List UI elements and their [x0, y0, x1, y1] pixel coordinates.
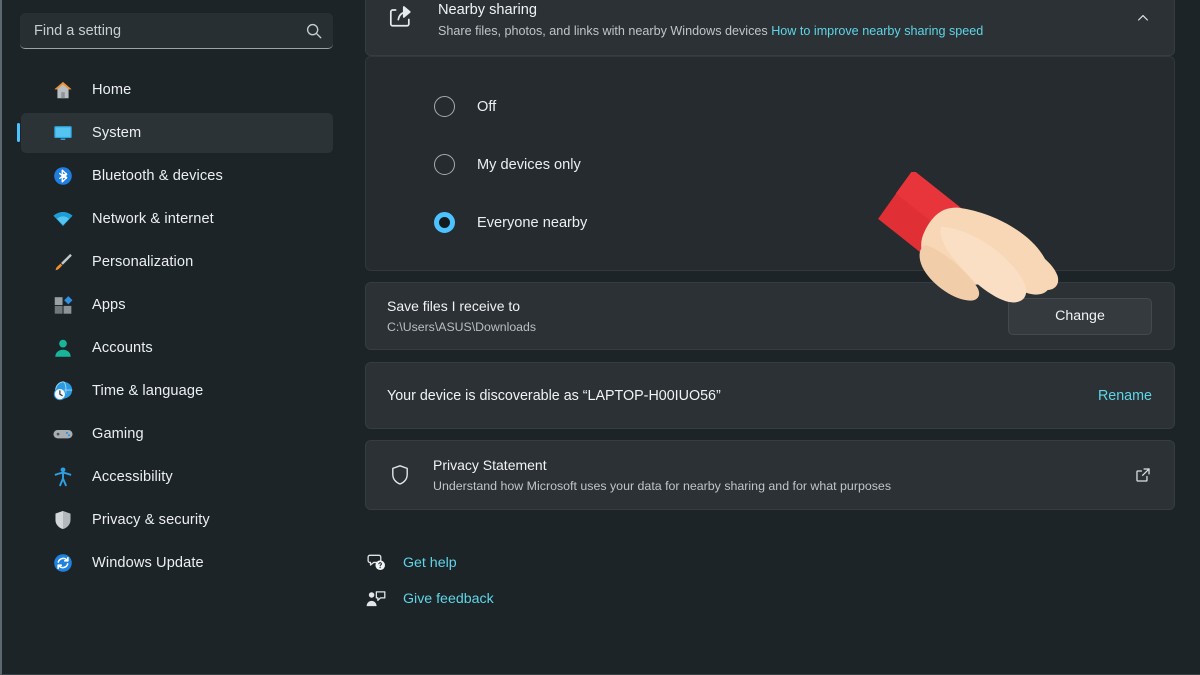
monitor-icon	[52, 122, 74, 144]
help-icon	[365, 552, 387, 574]
save-files-row: Save files I receive to C:\Users\ASUS\Do…	[365, 282, 1175, 350]
person-icon	[52, 337, 74, 359]
collapse-section-button[interactable]	[1126, 3, 1160, 37]
gamepad-icon	[52, 423, 74, 445]
sidebar-item-label: Privacy & security	[92, 512, 210, 528]
nearby-sharing-speed-link[interactable]: How to improve nearby sharing speed	[771, 24, 983, 38]
radio-indicator	[434, 96, 455, 117]
sidebar-item-accessibility[interactable]: Accessibility	[21, 457, 333, 497]
give-feedback-link[interactable]: Give feedback	[365, 581, 494, 617]
search-box[interactable]	[20, 13, 333, 49]
sidebar-item-label: Apps	[92, 297, 126, 313]
sidebar-item-home[interactable]: Home	[21, 70, 333, 110]
save-files-text: Save files I receive to C:\Users\ASUS\Do…	[387, 297, 1008, 336]
sidebar-item-label: Network & internet	[92, 211, 214, 227]
sidebar-item-personalization[interactable]: Personalization	[21, 242, 333, 282]
shield-icon	[52, 509, 74, 531]
sidebar-item-label: Windows Update	[92, 555, 204, 571]
bluetooth-icon	[52, 165, 74, 187]
sidebar-nav: Home System	[2, 68, 352, 586]
footer-link-label: Give feedback	[403, 591, 494, 607]
sidebar-item-label: Gaming	[92, 426, 144, 442]
rename-link[interactable]: Rename	[1098, 388, 1152, 404]
sidebar-item-accounts[interactable]: Accounts	[21, 328, 333, 368]
nearby-sharing-header-text: Nearby sharing Share files, photos, and …	[438, 0, 1126, 41]
sidebar-item-gaming[interactable]: Gaming	[21, 414, 333, 454]
sidebar-item-label: System	[92, 125, 141, 141]
apps-icon	[52, 294, 74, 316]
page-subtitle: Share files, photos, and links with near…	[438, 22, 1126, 41]
change-button[interactable]: Change	[1008, 298, 1152, 335]
shield-outline-icon	[388, 463, 412, 487]
sidebar-item-apps[interactable]: Apps	[21, 285, 333, 325]
sidebar-item-system[interactable]: System	[21, 113, 333, 153]
footer-link-label: Get help	[403, 555, 457, 571]
radio-label: My devices only	[477, 157, 581, 173]
page-subtitle-text: Share files, photos, and links with near…	[438, 24, 768, 38]
sidebar-item-label: Personalization	[92, 254, 193, 270]
accessibility-icon	[52, 466, 74, 488]
main-content: Nearby sharing Share files, photos, and …	[365, 0, 1200, 675]
page-title: Nearby sharing	[438, 0, 1126, 20]
save-files-path: C:\Users\ASUS\Downloads	[387, 318, 1008, 336]
radio-indicator-selected	[434, 212, 455, 233]
feedback-icon	[365, 588, 387, 610]
radio-label: Everyone nearby	[477, 215, 587, 231]
sidebar-item-windows-update[interactable]: Windows Update	[21, 543, 333, 583]
sidebar-item-network-internet[interactable]: Network & internet	[21, 199, 333, 239]
sidebar-item-label: Accounts	[92, 340, 153, 356]
clock-globe-icon	[52, 380, 74, 402]
sidebar-item-time-language[interactable]: Time & language	[21, 371, 333, 411]
search-input[interactable]	[34, 23, 305, 39]
privacy-statement-subtitle: Understand how Microsoft uses your data …	[433, 477, 1134, 495]
share-icon	[386, 2, 416, 32]
search-icon	[305, 22, 323, 40]
sidebar-item-label: Home	[92, 82, 131, 98]
sidebar-item-label: Time & language	[92, 383, 203, 399]
footer-links: Get help Give feedback	[365, 545, 494, 617]
sidebar-item-label: Bluetooth & devices	[92, 168, 223, 184]
wifi-icon	[52, 208, 74, 230]
sidebar-item-bluetooth-devices[interactable]: Bluetooth & devices	[21, 156, 333, 196]
refresh-icon	[52, 552, 74, 574]
settings-window: Home System	[0, 0, 1200, 675]
paintbrush-icon	[52, 251, 74, 273]
radio-indicator	[434, 154, 455, 175]
privacy-statement-title: Privacy Statement	[433, 456, 1134, 475]
save-files-title: Save files I receive to	[387, 297, 1008, 316]
privacy-statement-row[interactable]: Privacy Statement Understand how Microso…	[365, 440, 1175, 510]
device-discoverable-text: Your device is discoverable as “LAPTOP-H…	[387, 388, 1098, 404]
nearby-sharing-header[interactable]: Nearby sharing Share files, photos, and …	[365, 0, 1175, 56]
get-help-link[interactable]: Get help	[365, 545, 494, 581]
radio-option-everyone-nearby[interactable]: Everyone nearby	[366, 200, 1174, 245]
radio-option-my-devices-only[interactable]: My devices only	[366, 142, 1174, 187]
home-icon	[52, 79, 74, 101]
sidebar: Home System	[2, 0, 352, 675]
privacy-statement-text: Privacy Statement Understand how Microso…	[433, 456, 1134, 495]
external-link-icon	[1134, 466, 1152, 484]
sidebar-item-label: Accessibility	[92, 469, 173, 485]
sidebar-item-privacy-security[interactable]: Privacy & security	[21, 500, 333, 540]
nearby-sharing-options: Off My devices only Everyone nearby	[365, 56, 1175, 271]
radio-label: Off	[477, 99, 496, 115]
device-discoverable-row: Your device is discoverable as “LAPTOP-H…	[365, 362, 1175, 429]
chevron-up-icon	[1135, 10, 1151, 31]
radio-option-off[interactable]: Off	[366, 84, 1174, 129]
